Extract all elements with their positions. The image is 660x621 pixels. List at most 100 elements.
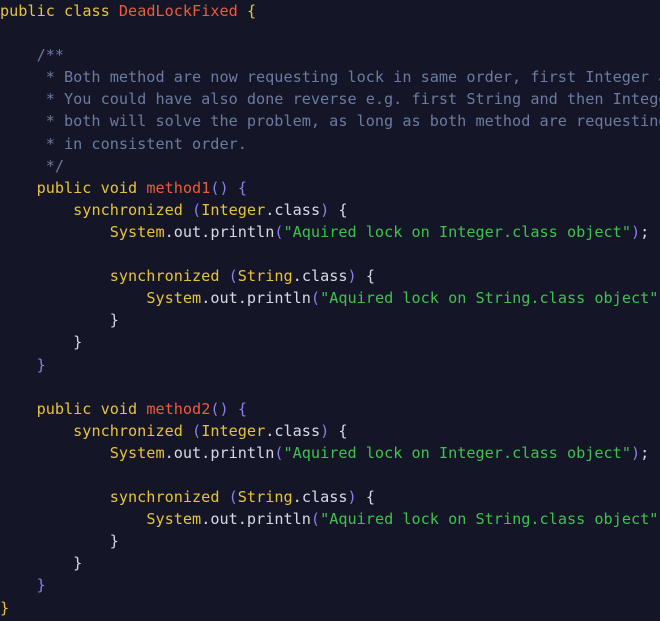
code-line[interactable] [0, 376, 660, 398]
code-token: .out.println [164, 443, 275, 462]
code-token: ( [192, 200, 202, 219]
code-line[interactable]: * both will solve the problem, as long a… [0, 110, 660, 132]
code-editor[interactable]: public class DeadLockFixed { /** * Both … [0, 0, 660, 621]
code-line[interactable]: System.out.println("Aquired lock on Stri… [0, 287, 660, 309]
code-line[interactable]: public void method2() { [0, 398, 660, 420]
code-token: class [301, 488, 348, 507]
code-token: ( [228, 488, 238, 507]
code-token: { [338, 421, 348, 440]
code-token: * You could have also done reverse e.g. … [0, 90, 660, 109]
code-token: ( [274, 443, 284, 462]
code-token: class [301, 267, 348, 286]
code-token: . [292, 267, 302, 286]
code-line[interactable]: } [0, 552, 660, 574]
code-token: . [292, 488, 302, 507]
code-line[interactable]: synchronized (String.class) { [0, 486, 660, 508]
code-line[interactable]: /** [0, 44, 660, 66]
code-line[interactable]: * in consistent order. [0, 133, 660, 155]
code-token: { [338, 200, 348, 219]
code-token: ( [310, 510, 321, 529]
code-token: { [237, 178, 247, 197]
code-line[interactable] [0, 243, 660, 265]
code-token: */ [0, 156, 65, 175]
code-line[interactable]: } [0, 597, 660, 619]
code-line[interactable]: synchronized (Integer.class) { [0, 420, 660, 442]
code-line[interactable]: * Both method are now requesting lock in… [0, 66, 660, 88]
code-token: Integer [201, 200, 266, 219]
code-line[interactable]: * You could have also done reverse e.g. … [0, 88, 660, 110]
code-token: System [109, 222, 165, 241]
code-token: ; [640, 443, 650, 462]
code-line[interactable]: public void method1() { [0, 177, 660, 199]
code-token: { [246, 2, 257, 20]
code-token: ) [347, 267, 357, 286]
code-token: } [73, 554, 83, 573]
code-line[interactable]: } [0, 574, 660, 596]
code-token: method1 [146, 178, 211, 197]
code-line[interactable] [0, 464, 660, 486]
code-token: public [36, 178, 92, 197]
code-token: * both will solve the problem, as long a… [0, 112, 660, 131]
code-line[interactable]: synchronized (String.class) { [0, 265, 660, 287]
code-token: () [210, 178, 229, 197]
code-token: ( [310, 289, 321, 308]
code-token: ) [320, 421, 330, 440]
code-token: .out.println [201, 289, 311, 308]
code-line[interactable]: System.out.println("Aquired lock on Inte… [0, 442, 660, 464]
code-token: } [109, 311, 119, 330]
code-content[interactable]: public class DeadLockFixed { /** * Both … [0, 0, 660, 619]
code-token: String [237, 488, 293, 507]
code-token: ) [630, 443, 641, 462]
code-token: DeadLockFixed [118, 2, 238, 20]
code-line[interactable]: } [0, 354, 660, 376]
code-line[interactable]: synchronized (Integer.class) { [0, 199, 660, 221]
code-token: { [365, 488, 375, 507]
code-token: ( [192, 421, 202, 440]
code-line[interactable]: } [0, 530, 660, 552]
code-token: synchronized [109, 267, 220, 286]
code-line[interactable]: } [0, 331, 660, 353]
code-line[interactable]: public class DeadLockFixed { [0, 0, 660, 22]
code-token: ) [347, 488, 357, 507]
code-line[interactable]: */ [0, 155, 660, 177]
code-line[interactable] [0, 22, 660, 44]
code-token: System [146, 510, 202, 529]
code-token: void [100, 178, 138, 197]
code-line[interactable]: } [0, 309, 660, 331]
code-token: { [237, 399, 247, 418]
code-token: () [210, 399, 229, 418]
code-token: ) [320, 200, 330, 219]
code-line[interactable]: System.out.println("Aquired lock on Stri… [0, 508, 660, 530]
code-token: "Aquired lock on Integer.class object" [283, 222, 631, 241]
code-token: .out.println [164, 222, 275, 241]
code-token: synchronized [73, 200, 183, 219]
code-token: ( [274, 222, 284, 241]
code-line[interactable]: System.out.println("Aquired lock on Inte… [0, 221, 660, 243]
code-token: System [109, 443, 165, 462]
code-token: } [109, 532, 119, 551]
code-token: ) [630, 222, 641, 241]
code-token: .out.println [201, 510, 311, 529]
code-token: System [146, 289, 202, 308]
